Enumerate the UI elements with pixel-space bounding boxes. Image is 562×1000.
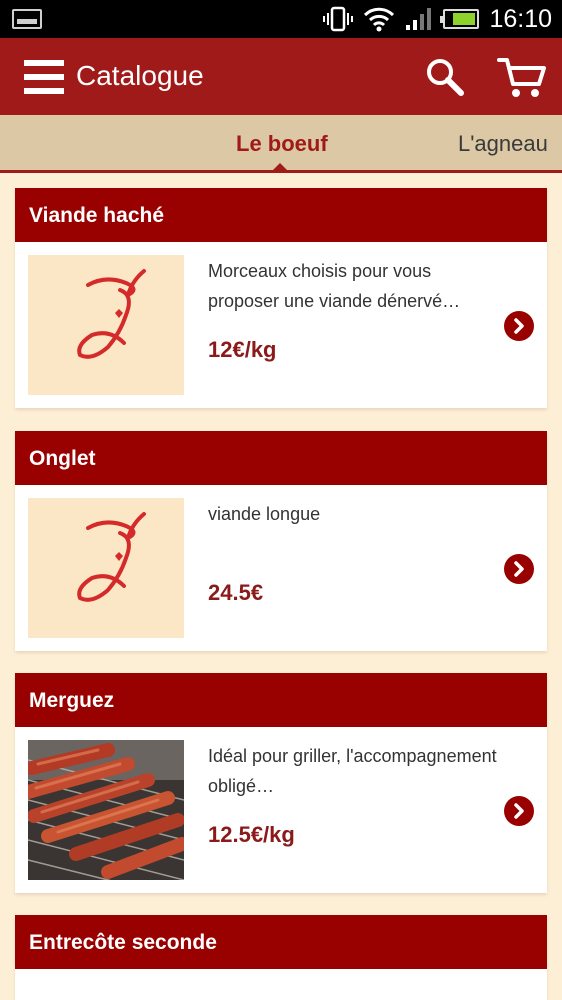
chevron-right-icon[interactable] bbox=[504, 554, 534, 584]
vibrate-icon bbox=[323, 6, 354, 32]
product-description: Morceaux choisis pour vous proposer une … bbox=[208, 261, 461, 311]
product-card[interactable]: Onglet viande longue 24.5€ bbox=[15, 431, 547, 651]
product-card[interactable]: Entrecôte seconde bbox=[15, 915, 547, 1000]
product-price: 12.5€/kg bbox=[208, 822, 295, 847]
active-tab-indicator bbox=[273, 163, 287, 170]
status-time: 16:10 bbox=[489, 4, 552, 33]
product-card[interactable]: Merguez Idéal pour griller, l'accompagne… bbox=[15, 673, 547, 893]
battery-level bbox=[453, 13, 476, 25]
product-title: Viande haché bbox=[15, 188, 547, 242]
signal-icon bbox=[406, 8, 432, 30]
shopping-cart-icon[interactable] bbox=[497, 54, 547, 100]
category-tabs: Le boeuf L'agneau bbox=[0, 115, 562, 173]
battery-icon bbox=[440, 9, 480, 29]
logo-placeholder-image bbox=[28, 255, 184, 395]
screenshot-notification-icon bbox=[12, 9, 42, 29]
product-price: 24.5€ bbox=[208, 580, 264, 605]
chevron-right-icon[interactable] bbox=[504, 311, 534, 341]
chevron-right-icon[interactable] bbox=[504, 796, 534, 826]
status-bar: 16:10 bbox=[0, 0, 562, 38]
product-title: Merguez bbox=[15, 673, 547, 727]
app-bar: Catalogue bbox=[0, 38, 562, 115]
tab-le-boeuf[interactable]: Le boeuf bbox=[236, 131, 328, 157]
product-description: Idéal pour griller, l'accompagnement obl… bbox=[208, 746, 497, 796]
search-icon[interactable] bbox=[424, 56, 466, 98]
product-price: 12€/kg bbox=[208, 337, 277, 362]
product-title: Entrecôte seconde bbox=[15, 915, 547, 969]
status-icons: 16:10 bbox=[323, 0, 552, 38]
product-card[interactable]: Viande haché Morceaux choisis pour vous … bbox=[15, 188, 547, 408]
hamburger-menu-icon[interactable] bbox=[24, 60, 64, 94]
page-title: Catalogue bbox=[76, 60, 204, 91]
product-description: viande longue bbox=[208, 504, 321, 524]
logo-placeholder-image bbox=[28, 498, 184, 638]
tab-l-agneau[interactable]: L'agneau bbox=[458, 131, 548, 157]
tab-underline bbox=[0, 170, 562, 173]
product-title: Onglet bbox=[15, 431, 547, 485]
wifi-icon bbox=[364, 7, 395, 32]
grilled-sausages-photo bbox=[28, 740, 184, 880]
